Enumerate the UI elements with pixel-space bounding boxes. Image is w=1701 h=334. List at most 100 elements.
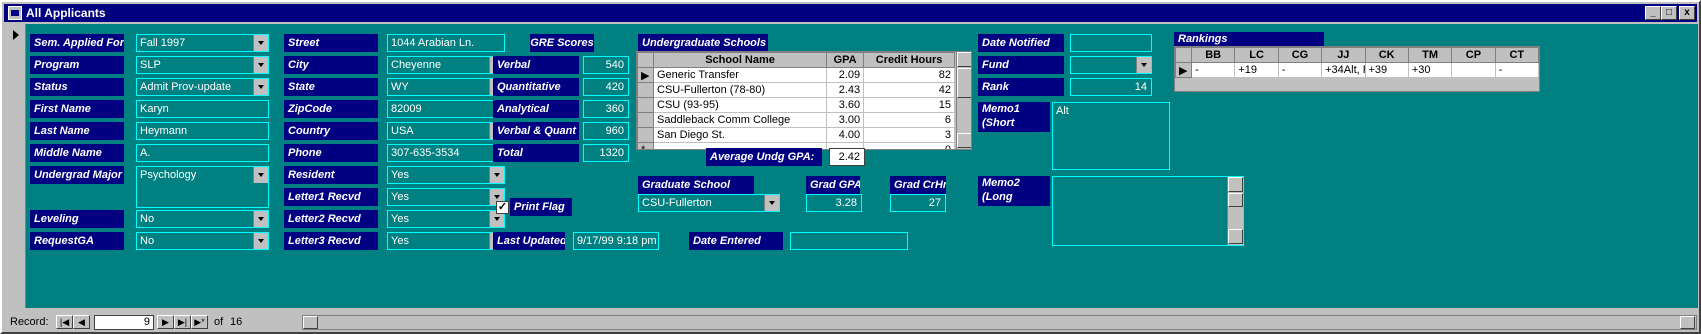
scroll-right-icon[interactable] [1680,316,1695,329]
gpa-cell[interactable]: 4.00 [826,127,865,143]
hours-cell[interactable]: 82 [863,67,955,83]
street-field[interactable]: 1044 Arabian Ln. [387,34,505,52]
ranking-cell[interactable]: +39 [1364,62,1409,78]
hours-cell[interactable]: 42 [863,82,955,98]
status-combo[interactable]: Admit Prov-update [136,78,269,96]
letter1-combo[interactable]: Yes [387,188,505,206]
chevron-down-icon[interactable] [764,195,779,211]
table-row[interactable]: ▶ Generic Transfer 2.09 82 [637,67,955,83]
chevron-down-icon[interactable] [253,233,268,249]
current-row-arrow-icon[interactable]: ▶ [1175,62,1192,78]
next-record-button[interactable]: ▶ [157,315,174,329]
city-combo[interactable]: Cheyenne [387,56,505,74]
leveling-combo[interactable]: No [136,210,269,228]
major-combo[interactable]: Psychology [136,166,269,208]
chevron-down-icon[interactable] [253,35,268,51]
resident-combo[interactable]: Yes [387,166,505,184]
gpa-cell[interactable]: 3.60 [826,97,865,113]
ranking-cell[interactable]: +19 [1234,62,1279,78]
letter2-combo[interactable]: Yes [387,210,505,228]
school-name-cell[interactable]: CSU (93-95) [652,97,828,113]
column-header[interactable]: GPA [826,52,865,68]
gpa-cell[interactable]: 2.09 [826,67,865,83]
verbal-field[interactable]: 540 [583,56,629,74]
ranking-cell[interactable]: +30 [1407,62,1453,78]
chevron-down-icon[interactable] [253,167,268,183]
chevron-down-icon[interactable] [253,57,268,73]
date-entered-field[interactable] [790,232,908,250]
column-header[interactable]: CP [1451,47,1496,63]
last-record-button[interactable]: ▶| [174,315,191,329]
row-selector[interactable] [637,112,654,128]
school-name-cell[interactable]: Saddleback Comm College [652,112,828,128]
ranking-cell[interactable]: - [1277,62,1323,78]
hours-cell[interactable]: 6 [863,112,955,128]
row-selector[interactable] [637,97,654,113]
minimize-button[interactable]: _ [1645,6,1661,20]
vertical-scrollbar[interactable] [956,52,971,149]
quant-field[interactable]: 420 [583,78,629,96]
table-row[interactable]: Saddleback Comm College 3.00 6 [637,112,955,128]
phone-field[interactable]: 307-635-3534 [387,144,505,162]
total-field[interactable]: 1320 [583,144,629,162]
school-name-cell[interactable]: Generic Transfer [652,67,828,83]
row-selector[interactable] [637,127,654,143]
ranking-cell[interactable]: - [1494,62,1539,78]
column-header[interactable]: CK [1364,47,1409,63]
requestga-combo[interactable]: No [136,232,269,250]
country-combo[interactable]: USA [387,122,505,140]
ranking-cell[interactable]: - [1190,62,1236,78]
chevron-down-icon[interactable] [489,167,504,183]
scroll-thumb[interactable] [957,68,971,98]
chevron-down-icon[interactable] [253,79,268,95]
vq-field[interactable]: 960 [583,122,629,140]
ranking-cell[interactable]: +34Alt, P [1321,62,1366,78]
state-combo[interactable]: WY [387,78,505,96]
new-record-marker[interactable]: * [637,142,654,149]
record-number-input[interactable]: 9 [94,315,154,330]
first-name-field[interactable]: Karyn [136,100,269,118]
scroll-up-icon[interactable] [1228,177,1243,192]
column-header[interactable]: LC [1234,47,1279,63]
school-name-cell[interactable]: CSU-Fullerton (78-80) [652,82,828,98]
new-record-button[interactable]: ▶* [191,315,208,329]
scroll-up-icon[interactable] [957,52,971,67]
previous-record-button[interactable]: ◀ [73,315,90,329]
hours-cell[interactable]: 3 [863,127,955,143]
table-row[interactable]: CSU (93-95) 3.60 15 [637,97,955,113]
last-updated-field[interactable]: 9/17/99 9:18 pm [573,232,659,250]
column-header[interactable]: CT [1494,47,1539,63]
analytical-field[interactable]: 360 [583,100,629,118]
table-row[interactable]: San Diego St. 4.00 3 [637,127,955,143]
gpa-cell[interactable]: 3.00 [826,112,865,128]
ranking-cell[interactable] [1451,62,1496,78]
chevron-down-icon[interactable] [1136,57,1151,73]
column-header[interactable]: TM [1407,47,1453,63]
hours-cell[interactable]: 0 [863,142,955,149]
column-header[interactable]: Credit Hours [863,52,955,68]
chevron-down-icon[interactable] [253,211,268,227]
record-selector[interactable] [6,24,26,308]
sem-combo[interactable]: Fall 1997 [136,34,269,52]
print-flag-checkbox[interactable]: ✓ [496,201,509,214]
column-header[interactable]: CG [1277,47,1323,63]
row-selector[interactable] [637,82,654,98]
scroll-left-icon[interactable] [303,316,318,329]
hours-cell[interactable]: 15 [863,97,955,113]
horizontal-scrollbar[interactable] [302,315,1697,330]
table-row[interactable]: ▶ - +19 - +34Alt, P +39 +30 - [1175,62,1539,78]
column-header[interactable]: School Name [652,52,828,68]
first-record-button[interactable]: |◀ [56,315,73,329]
fund-combo[interactable] [1070,56,1152,74]
grad-gpa-field[interactable]: 3.28 [806,194,862,212]
current-row-arrow-icon[interactable]: ▶ [637,67,654,83]
maximize-button[interactable]: □ [1661,6,1677,20]
letter3-combo[interactable]: Yes [387,232,505,250]
avg-gpa-field[interactable]: 2.42 [829,148,865,166]
rank-field[interactable]: 14 [1070,78,1152,96]
last-name-field[interactable]: Heymann [136,122,269,140]
middle-name-field[interactable]: A. [136,144,269,162]
scroll-down-icon[interactable] [957,133,971,148]
close-button[interactable]: x [1679,6,1695,20]
zip-field[interactable]: 82009 [387,100,505,118]
